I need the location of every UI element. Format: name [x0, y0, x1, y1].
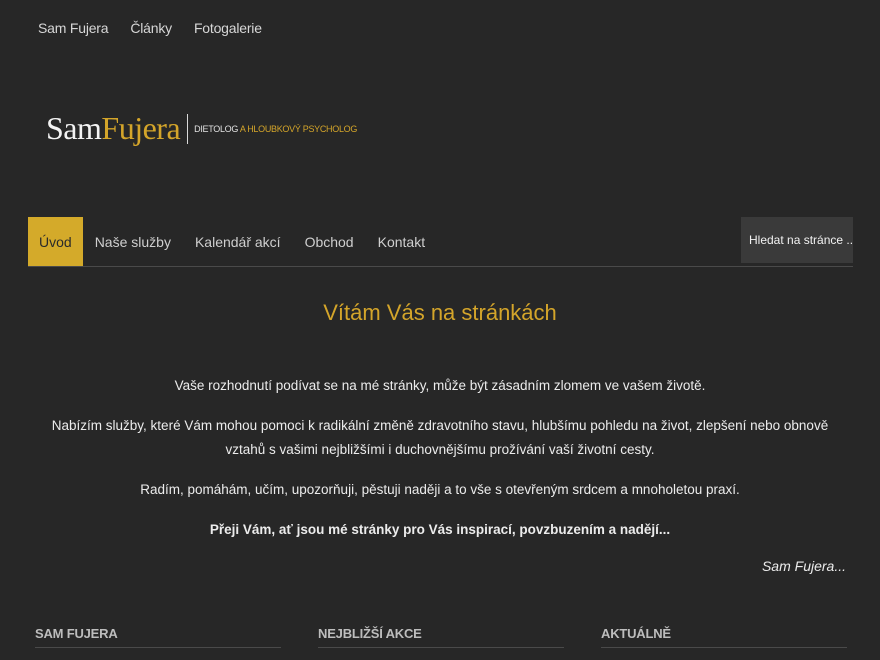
- nav-item-obchod[interactable]: Obchod: [293, 217, 366, 266]
- intro-paragraph: Nabízím služby, které Vám mohou pomoci k…: [51, 418, 829, 457]
- topnav-link-sam-fujera[interactable]: Sam Fujera: [38, 20, 109, 36]
- footer-widgets: SAM FUJERA NEJBLIŽŠÍ AKCE AKTUÁLNĚ: [35, 626, 847, 648]
- topnav-link-fotogalerie[interactable]: Fotogalerie: [194, 20, 262, 36]
- page-title: Vítám Vás na stránkách: [323, 300, 557, 325]
- intro-paragraph-bold: Přeji Vám, ať jsou mé stránky pro Vás in…: [209, 522, 671, 537]
- footer-heading-nejblizsi-akce: NEJBLIŽŠÍ AKCE: [318, 626, 564, 648]
- main-navigation: Úvod Naše služby Kalendář akcí Obchod Ko…: [28, 217, 853, 267]
- topnav-link-clanky[interactable]: Články: [130, 20, 172, 36]
- intro-paragraph: Radím, pomáhám, učím, upozorňuji, pěstuj…: [140, 482, 740, 497]
- signature: Sam Fujera...: [761, 558, 846, 574]
- nav-item-uvod[interactable]: Úvod: [28, 217, 83, 266]
- logo-tagline: DIETOLOG A HLOUBKOVÝ PSYCHOLOG: [194, 124, 357, 134]
- nav-item-nase-sluzby[interactable]: Naše služby: [83, 217, 183, 266]
- footer-heading-sam-fujera: SAM FUJERA: [35, 626, 281, 648]
- logo-tagline-part2: A HLOUBKOVÝ PSYCHOLOG: [239, 123, 358, 134]
- logo-text-fujera: Fujera: [101, 110, 181, 146]
- site-logo[interactable]: Sam Fujera DIETOLOG A HLOUBKOVÝ PSYCHOLOG: [46, 110, 357, 147]
- logo-text-sam: Sam: [46, 110, 102, 146]
- logo-divider: [187, 113, 189, 144]
- nav-item-kontakt[interactable]: Kontakt: [366, 217, 437, 266]
- logo-tagline-part1: DIETOLOG: [194, 123, 239, 134]
- intro-text: Vaše rozhodnutí podívat se na mé stránky…: [40, 374, 840, 558]
- footer-heading-aktualne: AKTUÁLNĚ: [601, 626, 847, 648]
- intro-paragraph: Vaše rozhodnutí podívat se na mé stránky…: [174, 378, 706, 393]
- top-navigation: Sam Fujera Články Fotogalerie: [38, 20, 262, 36]
- search-input[interactable]: [741, 217, 853, 263]
- nav-item-kalendar-akci[interactable]: Kalendář akcí: [183, 217, 293, 266]
